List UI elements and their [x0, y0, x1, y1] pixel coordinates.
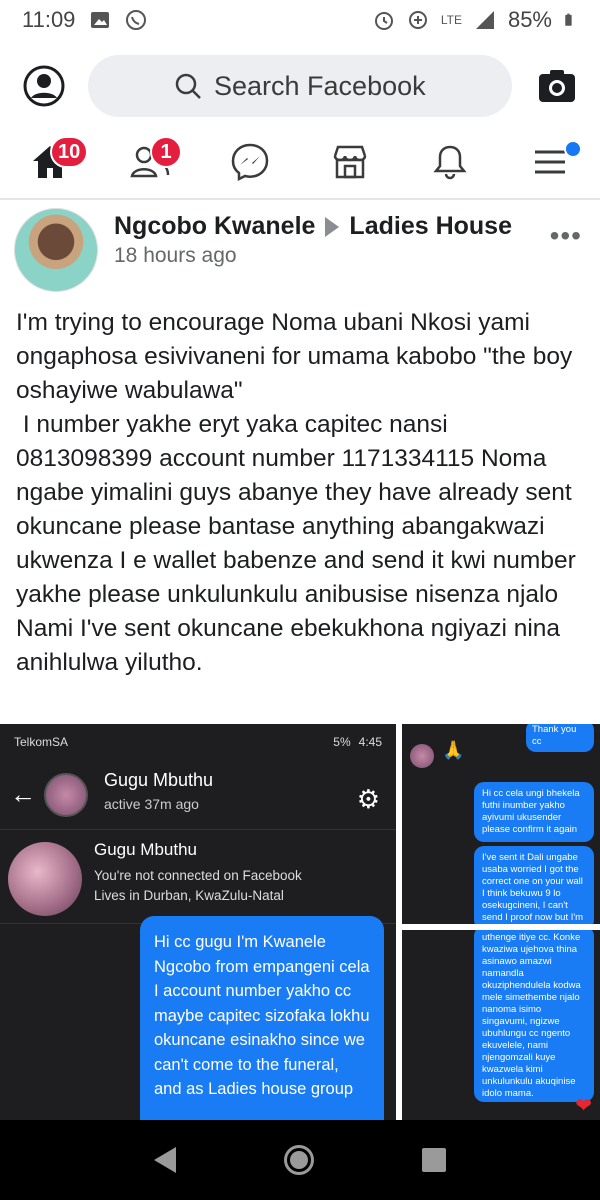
author-avatar[interactable]: [14, 208, 98, 292]
heart-icon: ❤: [575, 1095, 592, 1117]
image-time: 4:45: [358, 735, 382, 749]
group-name[interactable]: Ladies House: [349, 212, 512, 241]
post-image-bottom-right[interactable]: uthenge itiye cc. Konke kwaziwa ujehova …: [402, 930, 600, 1120]
image-active-status: active 37m ago: [104, 796, 199, 812]
nav-marketplace[interactable]: [320, 134, 380, 190]
nav-menu[interactable]: [520, 134, 582, 190]
arrow-right-icon: [325, 216, 340, 237]
image-contact-avatar: [44, 772, 88, 817]
more-options-icon[interactable]: •••: [550, 220, 582, 252]
home-badge: 10: [50, 136, 89, 168]
image-profile-card: Gugu Mbuthu You're not connected on Face…: [0, 830, 396, 924]
system-recents-icon[interactable]: [422, 1148, 446, 1172]
battery-percent: 85%: [507, 7, 552, 32]
nav-friends[interactable]: 1: [120, 134, 182, 190]
image-chat-header: ← Gugu Mbuthu active 37m ago ⚙: [0, 760, 396, 830]
image-bubble-thanks: Thank you cc: [526, 724, 594, 752]
system-nav-bar: [0, 1120, 600, 1200]
image-profile-avatar: [8, 842, 82, 916]
system-back-icon[interactable]: [154, 1147, 176, 1173]
friends-badge: 1: [150, 136, 182, 168]
menu-dot: [564, 140, 582, 158]
author-name[interactable]: Ngcobo Kwanele: [114, 212, 315, 241]
marketplace-icon: [333, 145, 367, 179]
battery-icon: [565, 13, 572, 26]
post-image-main[interactable]: TelkomSA 5% 4:45 ← Gugu Mbuthu active 37…: [0, 724, 396, 1120]
gear-icon: ⚙: [356, 784, 380, 814]
nav-notifications[interactable]: [420, 134, 480, 190]
signal-icon: [475, 11, 494, 29]
post-timestamp[interactable]: 18 hours ago: [114, 244, 237, 268]
network-type: LTE: [440, 13, 462, 27]
image-profile-connection: You're not connected on Facebook: [94, 868, 302, 883]
data-saver-icon: [408, 11, 427, 29]
image-profile-location: Lives in Durban, KwaZulu-Natal: [94, 888, 284, 903]
image-battery: 5%: [333, 735, 351, 749]
system-home-icon[interactable]: [284, 1145, 314, 1175]
search-icon: [175, 73, 201, 99]
image-bubble-2: I've sent it Dali ungabe usaba worried I…: [474, 846, 594, 924]
image-message-bubble: Hi cc gugu I'm Kwanele Ngcobo from empan…: [140, 916, 384, 1120]
post-body: I'm trying to encourage Noma ubani Nkosi…: [16, 309, 576, 676]
whatsapp-icon: [126, 10, 147, 30]
image-carrier: TelkomSA: [14, 735, 69, 749]
search-placeholder: Search Facebook: [214, 70, 426, 101]
main-nav: 10 1: [0, 126, 600, 200]
gallery-icon: [91, 12, 110, 28]
nav-messenger[interactable]: [220, 134, 280, 190]
messenger-icon: [231, 143, 269, 182]
image-small-avatar: [410, 744, 434, 768]
image-bubble-3: uthenge itiye cc. Konke kwaziwa ujehova …: [474, 930, 594, 1102]
status-bar: 11:09 LTE 85%: [0, 0, 600, 40]
back-arrow-icon: ←: [10, 779, 36, 809]
top-header: Search Facebook: [0, 48, 600, 124]
image-bubble-1: Hi cc cela ungi bhekela futhi inumber ya…: [474, 782, 594, 842]
alarm-icon: [374, 12, 393, 30]
camera-icon[interactable]: [536, 65, 578, 107]
pray-icon: 🙏: [442, 740, 465, 760]
image-contact-name: Gugu Mbuthu: [104, 770, 214, 790]
search-input[interactable]: Search Facebook: [88, 55, 512, 117]
image-profile-name: Gugu Mbuthu: [94, 840, 198, 859]
post-image-top-right[interactable]: Thank you cc 🙏 Hi cc cela ungi bhekela f…: [402, 724, 600, 924]
post-header: Ngcobo Kwanele Ladies House 18 hours ago…: [0, 206, 600, 292]
post-title: Ngcobo Kwanele Ladies House: [114, 212, 512, 241]
profile-icon[interactable]: [22, 64, 66, 108]
image-status-bar: TelkomSA 5% 4:45: [0, 724, 396, 760]
status-time: 11:09: [22, 7, 76, 32]
nav-home[interactable]: 10: [20, 134, 89, 190]
bell-icon: [433, 145, 467, 180]
